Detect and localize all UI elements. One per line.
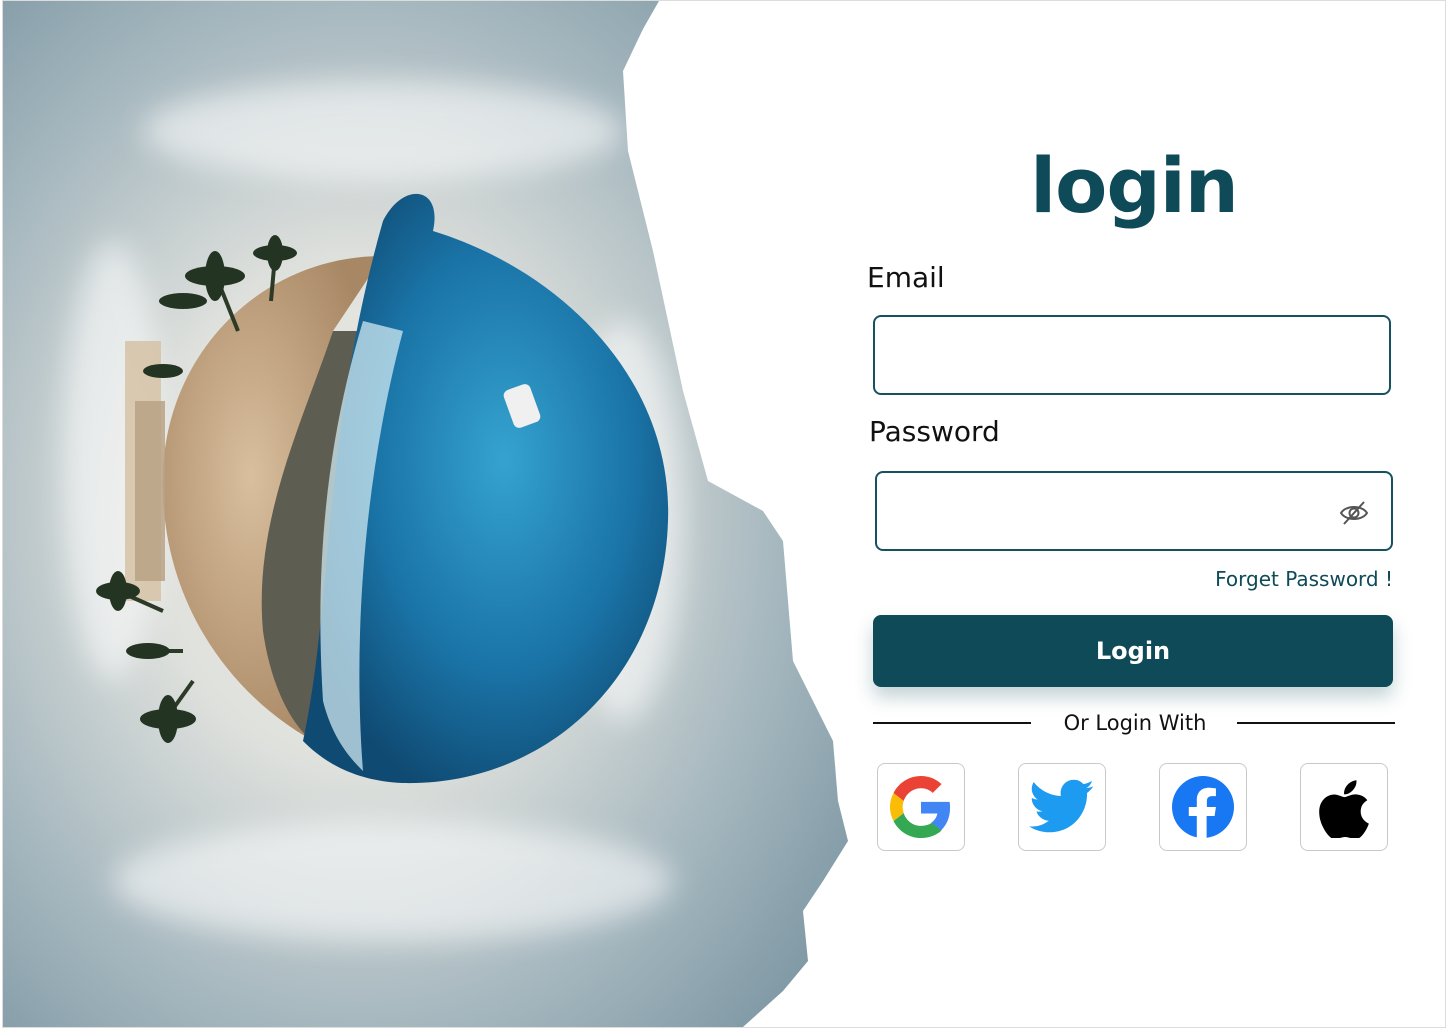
planet-image	[3, 1, 848, 1027]
google-icon	[890, 776, 951, 838]
divider-text: Or Login With	[1063, 711, 1207, 735]
facebook-icon	[1172, 776, 1234, 838]
apple-icon	[1319, 780, 1369, 838]
email-field-wrapper	[873, 315, 1391, 395]
twitter-icon	[1029, 779, 1094, 833]
password-field-wrapper	[875, 471, 1393, 551]
email-field[interactable]	[875, 317, 1389, 393]
google-login-button[interactable]	[877, 763, 965, 851]
forgot-password-link[interactable]: Forget Password !	[1215, 567, 1393, 591]
tiny-planet-artwork	[3, 1, 863, 1027]
divider-right	[1237, 722, 1395, 724]
password-label: Password	[869, 415, 1000, 448]
page-title: login	[1030, 141, 1239, 230]
facebook-login-button[interactable]	[1159, 763, 1247, 851]
login-page: login Email Password Forget Password ! L…	[2, 0, 1446, 1028]
login-button[interactable]: Login	[873, 615, 1393, 687]
password-field[interactable]	[877, 473, 1391, 549]
apple-login-button[interactable]	[1300, 763, 1388, 851]
divider-left	[873, 722, 1031, 724]
twitter-login-button[interactable]	[1018, 763, 1106, 851]
email-label: Email	[867, 261, 945, 294]
eye-slash-icon[interactable]	[1339, 499, 1369, 527]
